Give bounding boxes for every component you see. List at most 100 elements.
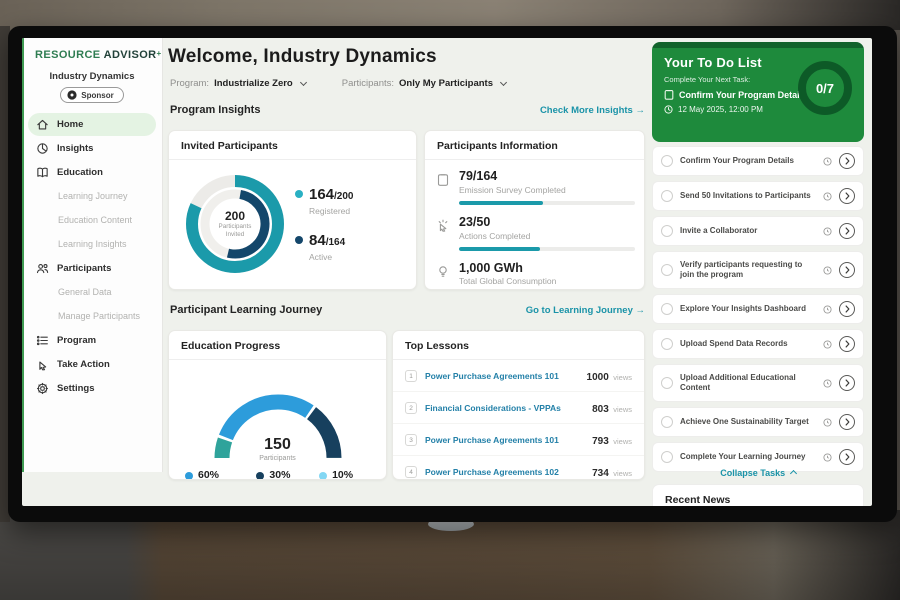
stat-row-emission-survey: 79/164 Emission Survey Completed — [437, 170, 632, 205]
clipboard-icon — [664, 89, 674, 100]
sidebar-item-take-action[interactable]: Take Action — [22, 352, 162, 376]
task-checkbox[interactable] — [661, 451, 673, 463]
lesson-views: 734 — [592, 468, 609, 479]
legend-item-pending: 30% Pending — [256, 470, 297, 480]
sidebar-item-insights[interactable]: Insights — [22, 136, 162, 160]
sidebar-item-label: Program — [57, 335, 96, 346]
task-item[interactable]: Achieve One Sustainability Target — [652, 407, 864, 437]
active-value: 84 — [309, 232, 326, 249]
lesson-row: 4 Power Purchase Agreements 102 734 view… — [393, 456, 644, 480]
progress-track — [459, 201, 635, 205]
program-select-label: Program: — [170, 78, 209, 89]
sponsor-badge[interactable]: Sponsor — [60, 87, 123, 103]
lesson-rank: 1 — [405, 370, 417, 382]
card-title: Top Lessons — [393, 331, 644, 360]
legend-value: 30% — [269, 470, 297, 480]
stat-value: 79/164 — [459, 170, 635, 184]
lesson-link[interactable]: Power Purchase Agreements 102 — [425, 467, 584, 477]
task-checkbox[interactable] — [661, 416, 673, 428]
chevron-down-icon — [500, 79, 507, 86]
check-more-insights-link[interactable]: Check More Insights → — [540, 105, 645, 116]
participants-count-label: Participants — [188, 455, 368, 462]
todo-next-task-label: Confirm Your Program Details — [679, 90, 807, 100]
lesson-views: 803 — [592, 404, 609, 415]
filter-bar: Program: Industrialize Zero Participants… — [170, 78, 506, 89]
views-label: views — [613, 373, 632, 382]
task-open-button[interactable] — [839, 301, 855, 317]
link-label: Go to Learning Journey — [526, 305, 633, 316]
sidebar-item-general-data[interactable]: General Data — [22, 280, 162, 304]
task-checkbox[interactable] — [661, 155, 673, 167]
clock-icon — [823, 379, 832, 388]
lesson-views: 1000 — [587, 372, 609, 383]
sidebar-item-participants[interactable]: Participants — [22, 256, 162, 280]
sidebar-item-home[interactable]: Home — [28, 113, 156, 136]
task-checkbox[interactable] — [661, 338, 673, 350]
education-gauge-chart: 150 Participants — [188, 368, 368, 462]
sidebar-item-education[interactable]: Education — [22, 160, 162, 184]
task-checkbox[interactable] — [661, 190, 673, 202]
invited-participants-body: 200 Participants Invited 164/200 Registe… — [169, 160, 416, 288]
recent-news-card: Recent News — [652, 484, 864, 506]
participants-select[interactable]: Participants: Only My Participants — [342, 78, 506, 89]
collapse-tasks-link[interactable]: Collapse Tasks — [652, 468, 864, 478]
sidebar-item-program[interactable]: Program — [22, 328, 162, 352]
task-open-button[interactable] — [839, 153, 855, 169]
sidebar-item-learning-journey[interactable]: Learning Journey — [22, 184, 162, 208]
learning-journey-header: Participant Learning Journey Go to Learn… — [170, 304, 645, 316]
task-open-button[interactable] — [839, 375, 855, 391]
task-open-button[interactable] — [839, 223, 855, 239]
progress-track — [459, 247, 635, 251]
task-open-button[interactable] — [839, 262, 855, 278]
task-label: Complete Your Learning Journey — [680, 452, 816, 462]
legend-dot — [185, 472, 193, 480]
sidebar-item-manage-participants[interactable]: Manage Participants — [22, 304, 162, 328]
monitor-bezel: RESOURCE ADVISOR+ Industry Dynamics Spon… — [8, 26, 897, 522]
sidebar-item-label: Participants — [57, 263, 111, 274]
sidebar-item-label: Insights — [57, 143, 93, 154]
go-to-learning-journey-link[interactable]: Go to Learning Journey → — [526, 305, 645, 316]
legend-item-active: 84/164 Active — [295, 232, 354, 262]
task-item[interactable]: Verify participants requesting to join t… — [652, 251, 864, 289]
task-item[interactable]: Upload Additional Educational Content — [652, 364, 864, 402]
task-checkbox[interactable] — [661, 225, 673, 237]
stat-label: Emission Survey Completed — [459, 185, 635, 195]
donut-center-label: 200 Participants Invited — [179, 168, 291, 280]
task-checkbox[interactable] — [661, 303, 673, 315]
lesson-link[interactable]: Power Purchase Agreements 101 — [425, 371, 579, 381]
task-open-button[interactable] — [839, 414, 855, 430]
task-open-button[interactable] — [839, 336, 855, 352]
lesson-link[interactable]: Financial Considerations - VPPAs — [425, 403, 584, 413]
home-icon — [35, 118, 50, 131]
program-select[interactable]: Program: Industrialize Zero — [170, 78, 306, 89]
task-checkbox[interactable] — [661, 264, 673, 276]
legend-dot — [295, 190, 303, 198]
sponsor-label: Sponsor — [81, 91, 113, 100]
task-item[interactable]: Invite a Collaborator — [652, 216, 864, 246]
sidebar-item-label: Take Action — [57, 359, 110, 370]
task-open-button[interactable] — [839, 188, 855, 204]
legend-item-not-started: 10% Not Started — [319, 470, 370, 480]
progress-fill — [459, 247, 540, 251]
task-checkbox[interactable] — [661, 377, 673, 389]
registered-total: /200 — [334, 191, 353, 202]
task-item[interactable]: Send 50 Invitations to Participants — [652, 181, 864, 211]
education-icon — [35, 166, 50, 179]
sidebar-item-education-content[interactable]: Education Content — [22, 208, 162, 232]
sidebar-item-learning-insights[interactable]: Learning Insights — [22, 232, 162, 256]
task-item[interactable]: Upload Spend Data Records — [652, 329, 864, 359]
task-item[interactable]: Explore Your Insights Dashboard — [652, 294, 864, 324]
stat-label: Total Global Consumption — [459, 276, 556, 286]
lesson-link[interactable]: Power Purchase Agreements 101 — [425, 435, 584, 445]
invited-participants-card: Invited Participants 200 Participants I — [168, 130, 417, 290]
education-legend: 60% Completed 30% Pending 10% Not Starte… — [179, 462, 376, 480]
participants-select-label: Participants: — [342, 78, 394, 89]
todo-progress-value: 0/7 — [796, 59, 854, 117]
sidebar-item-label: Home — [57, 119, 83, 130]
card-title: Participants Information — [425, 131, 644, 160]
sidebar-item-label: General Data — [58, 287, 112, 297]
stat-row-actions: 23/50 Actions Completed — [437, 216, 632, 251]
task-item[interactable]: Confirm Your Program Details — [652, 146, 864, 176]
task-open-button[interactable] — [839, 449, 855, 465]
sidebar-item-settings[interactable]: Settings — [22, 376, 162, 400]
